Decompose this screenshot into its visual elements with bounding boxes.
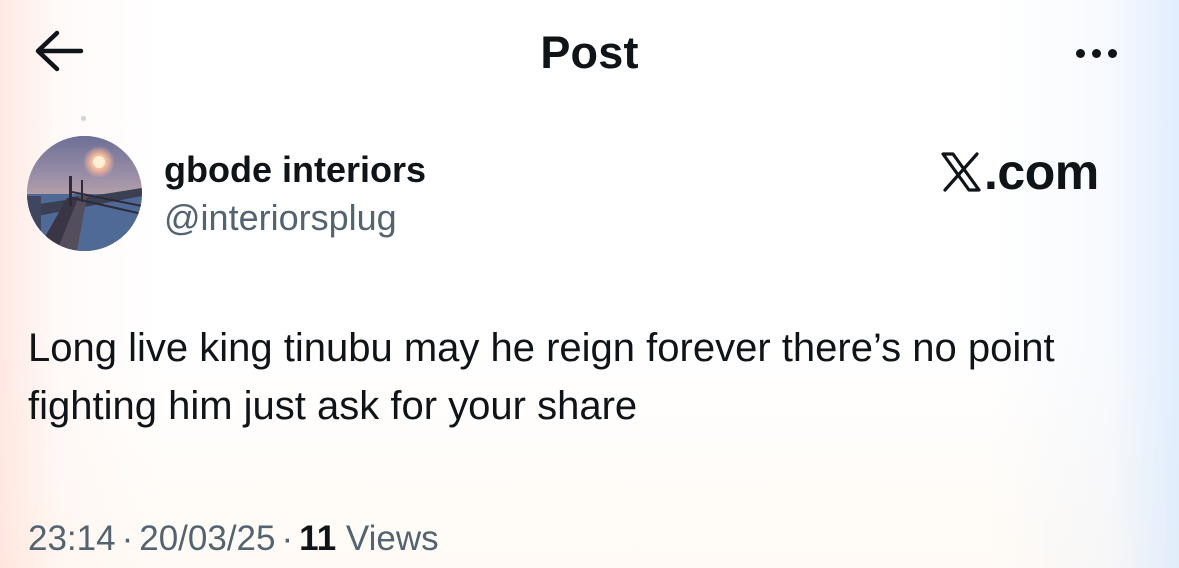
views-label: Views <box>345 519 439 558</box>
post-time[interactable]: 23:14 <box>28 519 116 558</box>
more-dot <box>1107 48 1117 58</box>
meta-separator: · <box>121 519 134 558</box>
watermark-text: .com <box>984 144 1099 200</box>
views-count: 11 <box>299 519 337 558</box>
top-bar: Post <box>0 0 1179 106</box>
sunset-pier-photo <box>27 136 142 251</box>
decorative-dot <box>81 116 86 121</box>
more-horizontal-icon <box>1075 48 1085 58</box>
x-com-watermark: .com <box>940 142 1130 202</box>
more-dot <box>1091 48 1101 58</box>
post-meta: 23:14 · 20/03/25 · 11 Views <box>28 517 439 561</box>
meta-separator: · <box>281 519 294 558</box>
author-handle[interactable]: @interiorsplug <box>164 196 397 240</box>
author-display-name[interactable]: gbode interiors <box>164 148 426 192</box>
more-options-button[interactable] <box>1060 36 1132 70</box>
x-logo-icon <box>940 151 982 193</box>
post-text: Long live king tinubu may he reign forev… <box>28 326 1055 428</box>
post-date[interactable]: 20/03/25 <box>139 519 275 558</box>
page-title: Post <box>540 27 639 78</box>
avatar[interactable] <box>27 136 142 251</box>
